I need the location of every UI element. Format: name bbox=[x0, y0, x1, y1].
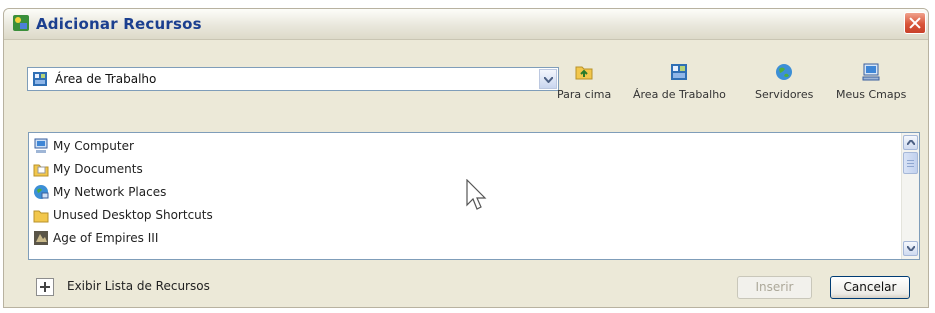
up-button[interactable]: Para cima bbox=[557, 62, 611, 101]
desktop-icon bbox=[33, 72, 47, 86]
servers-label: Servidores bbox=[755, 88, 814, 101]
game-shortcut-icon bbox=[34, 231, 48, 245]
expand-resource-list-label[interactable]: Exibir Lista de Recursos bbox=[67, 279, 210, 293]
desktop-icon bbox=[671, 64, 688, 80]
chevron-down-icon bbox=[544, 77, 553, 83]
list-item[interactable]: My Documents bbox=[33, 158, 143, 180]
my-cmaps-label: Meus Cmaps bbox=[836, 88, 907, 101]
chevron-down-icon bbox=[907, 246, 915, 251]
location-value: Área de Trabalho bbox=[55, 72, 157, 86]
scroll-down-button[interactable] bbox=[903, 241, 918, 256]
cancel-button[interactable]: Cancelar bbox=[830, 276, 910, 299]
up-label: Para cima bbox=[557, 88, 612, 101]
dropdown-button[interactable] bbox=[539, 69, 557, 89]
list-item[interactable]: My Network Places bbox=[33, 181, 166, 203]
computer-icon bbox=[34, 138, 48, 153]
folder-icon bbox=[33, 210, 49, 223]
desktop-label: Área de Trabalho bbox=[633, 88, 726, 101]
chevron-up-icon bbox=[907, 140, 915, 145]
scroll-up-button[interactable] bbox=[903, 135, 918, 150]
globe-icon bbox=[776, 64, 793, 80]
mouse-pointer-icon bbox=[466, 179, 487, 210]
desktop-button[interactable]: Área de Trabalho bbox=[633, 62, 726, 101]
servers-button[interactable]: Servidores bbox=[755, 62, 813, 101]
folder-up-icon bbox=[575, 66, 593, 80]
list-item[interactable]: Age of Empires III bbox=[33, 227, 158, 249]
network-places-icon bbox=[34, 185, 49, 199]
cmap-app-icon bbox=[13, 15, 29, 31]
window-title: Adicionar Recursos bbox=[36, 15, 202, 33]
computer-icon bbox=[862, 63, 880, 81]
expand-resource-list-button[interactable] bbox=[36, 278, 54, 296]
scroll-thumb[interactable] bbox=[903, 152, 918, 174]
list-item[interactable]: Unused Desktop Shortcuts bbox=[33, 204, 213, 226]
close-button[interactable] bbox=[904, 12, 926, 34]
add-resources-dialog: Adicionar Recursos Área de Trabalho Para… bbox=[3, 8, 929, 308]
my-cmaps-button[interactable]: Meus Cmaps bbox=[836, 62, 906, 101]
list-item[interactable]: My Computer bbox=[33, 135, 134, 157]
vertical-scrollbar[interactable] bbox=[901, 133, 919, 259]
documents-folder-icon bbox=[33, 164, 49, 177]
insert-button[interactable]: Inserir bbox=[737, 276, 812, 299]
location-combobox[interactable]: Área de Trabalho bbox=[27, 67, 559, 91]
title-bar[interactable]: Adicionar Recursos bbox=[4, 9, 928, 40]
